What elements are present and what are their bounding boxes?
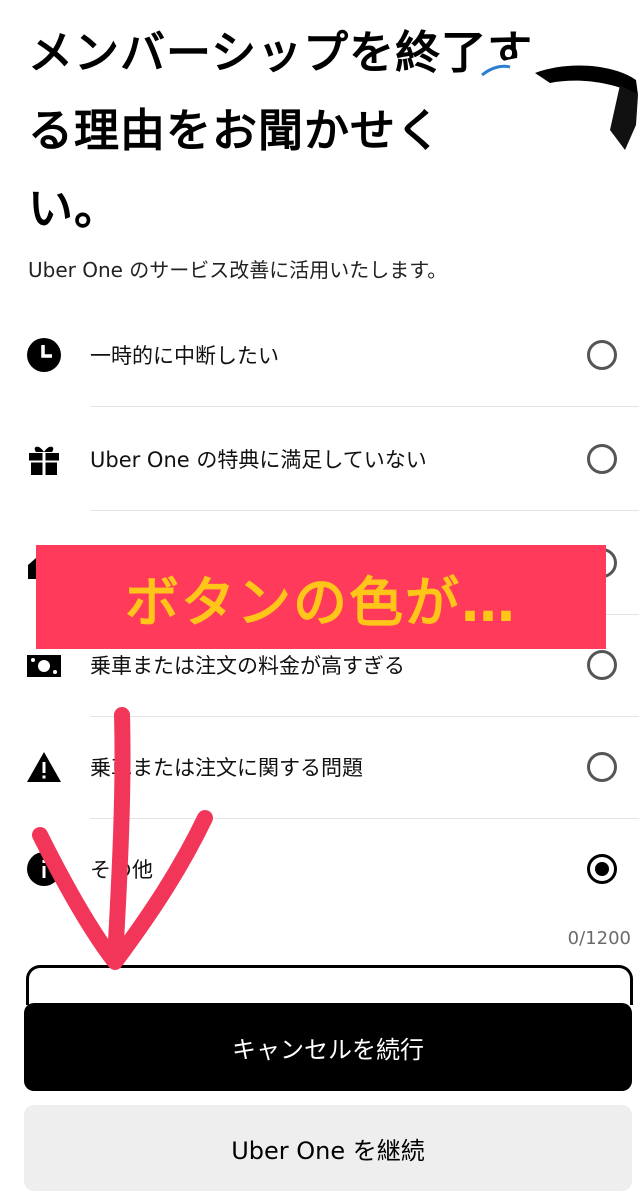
char-counter: 0/1200 xyxy=(567,928,631,949)
keep-membership-button[interactable]: Uber One を継続 xyxy=(24,1105,632,1191)
reason-radio[interactable] xyxy=(587,444,617,474)
reason-option-benefits[interactable]: Uber One の特典に満足していない xyxy=(0,407,639,511)
gift-icon xyxy=(29,446,59,477)
title-line-3: い。 xyxy=(28,182,121,235)
title-line-2: る理由をお聞かせく xyxy=(28,104,443,157)
annotation-banner-text: ボタンの色が… xyxy=(125,570,517,634)
redaction-scribble xyxy=(440,55,639,175)
annotation-banner: ボタンの色が… xyxy=(36,545,606,649)
annotation-arrow xyxy=(32,707,213,970)
subtitle: Uber One のサービス改善に活用いたします。 xyxy=(28,258,448,282)
clock-icon xyxy=(27,338,61,372)
reason-label: Uber One の特典に満足していない xyxy=(90,448,427,472)
reason-radio[interactable] xyxy=(587,650,617,680)
reason-option-pause[interactable]: 一時的に中断したい xyxy=(0,303,639,407)
reason-label: 一時的に中断したい xyxy=(90,344,279,368)
money-icon xyxy=(27,655,61,677)
reason-label: 乗車または注文の料金が高すぎる xyxy=(90,654,405,678)
continue-cancel-button[interactable]: キャンセルを続行 xyxy=(24,1003,632,1091)
reason-radio[interactable] xyxy=(587,340,617,370)
reason-radio[interactable] xyxy=(587,752,617,782)
reason-radio-selected[interactable] xyxy=(587,854,617,884)
